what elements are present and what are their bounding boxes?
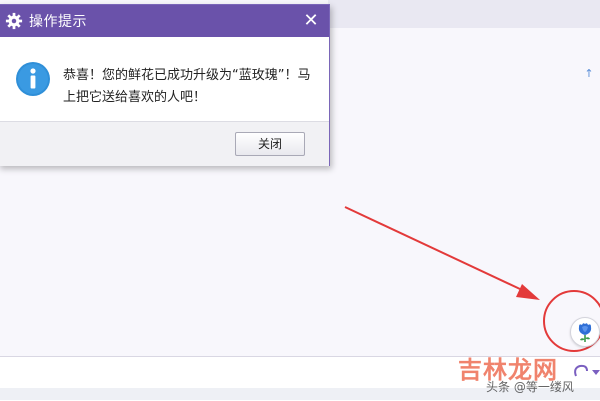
chevron-down-icon[interactable] bbox=[592, 370, 600, 375]
emoji-icon[interactable] bbox=[572, 362, 590, 380]
annotation-arrow-line bbox=[344, 206, 521, 290]
flower-button[interactable] bbox=[570, 317, 600, 347]
blue-rose-icon bbox=[578, 323, 592, 342]
watermark-credit: 头条 @等一缕风 bbox=[486, 380, 574, 394]
annotation-arrowhead bbox=[516, 284, 540, 300]
annotation-overlay bbox=[344, 206, 600, 352]
